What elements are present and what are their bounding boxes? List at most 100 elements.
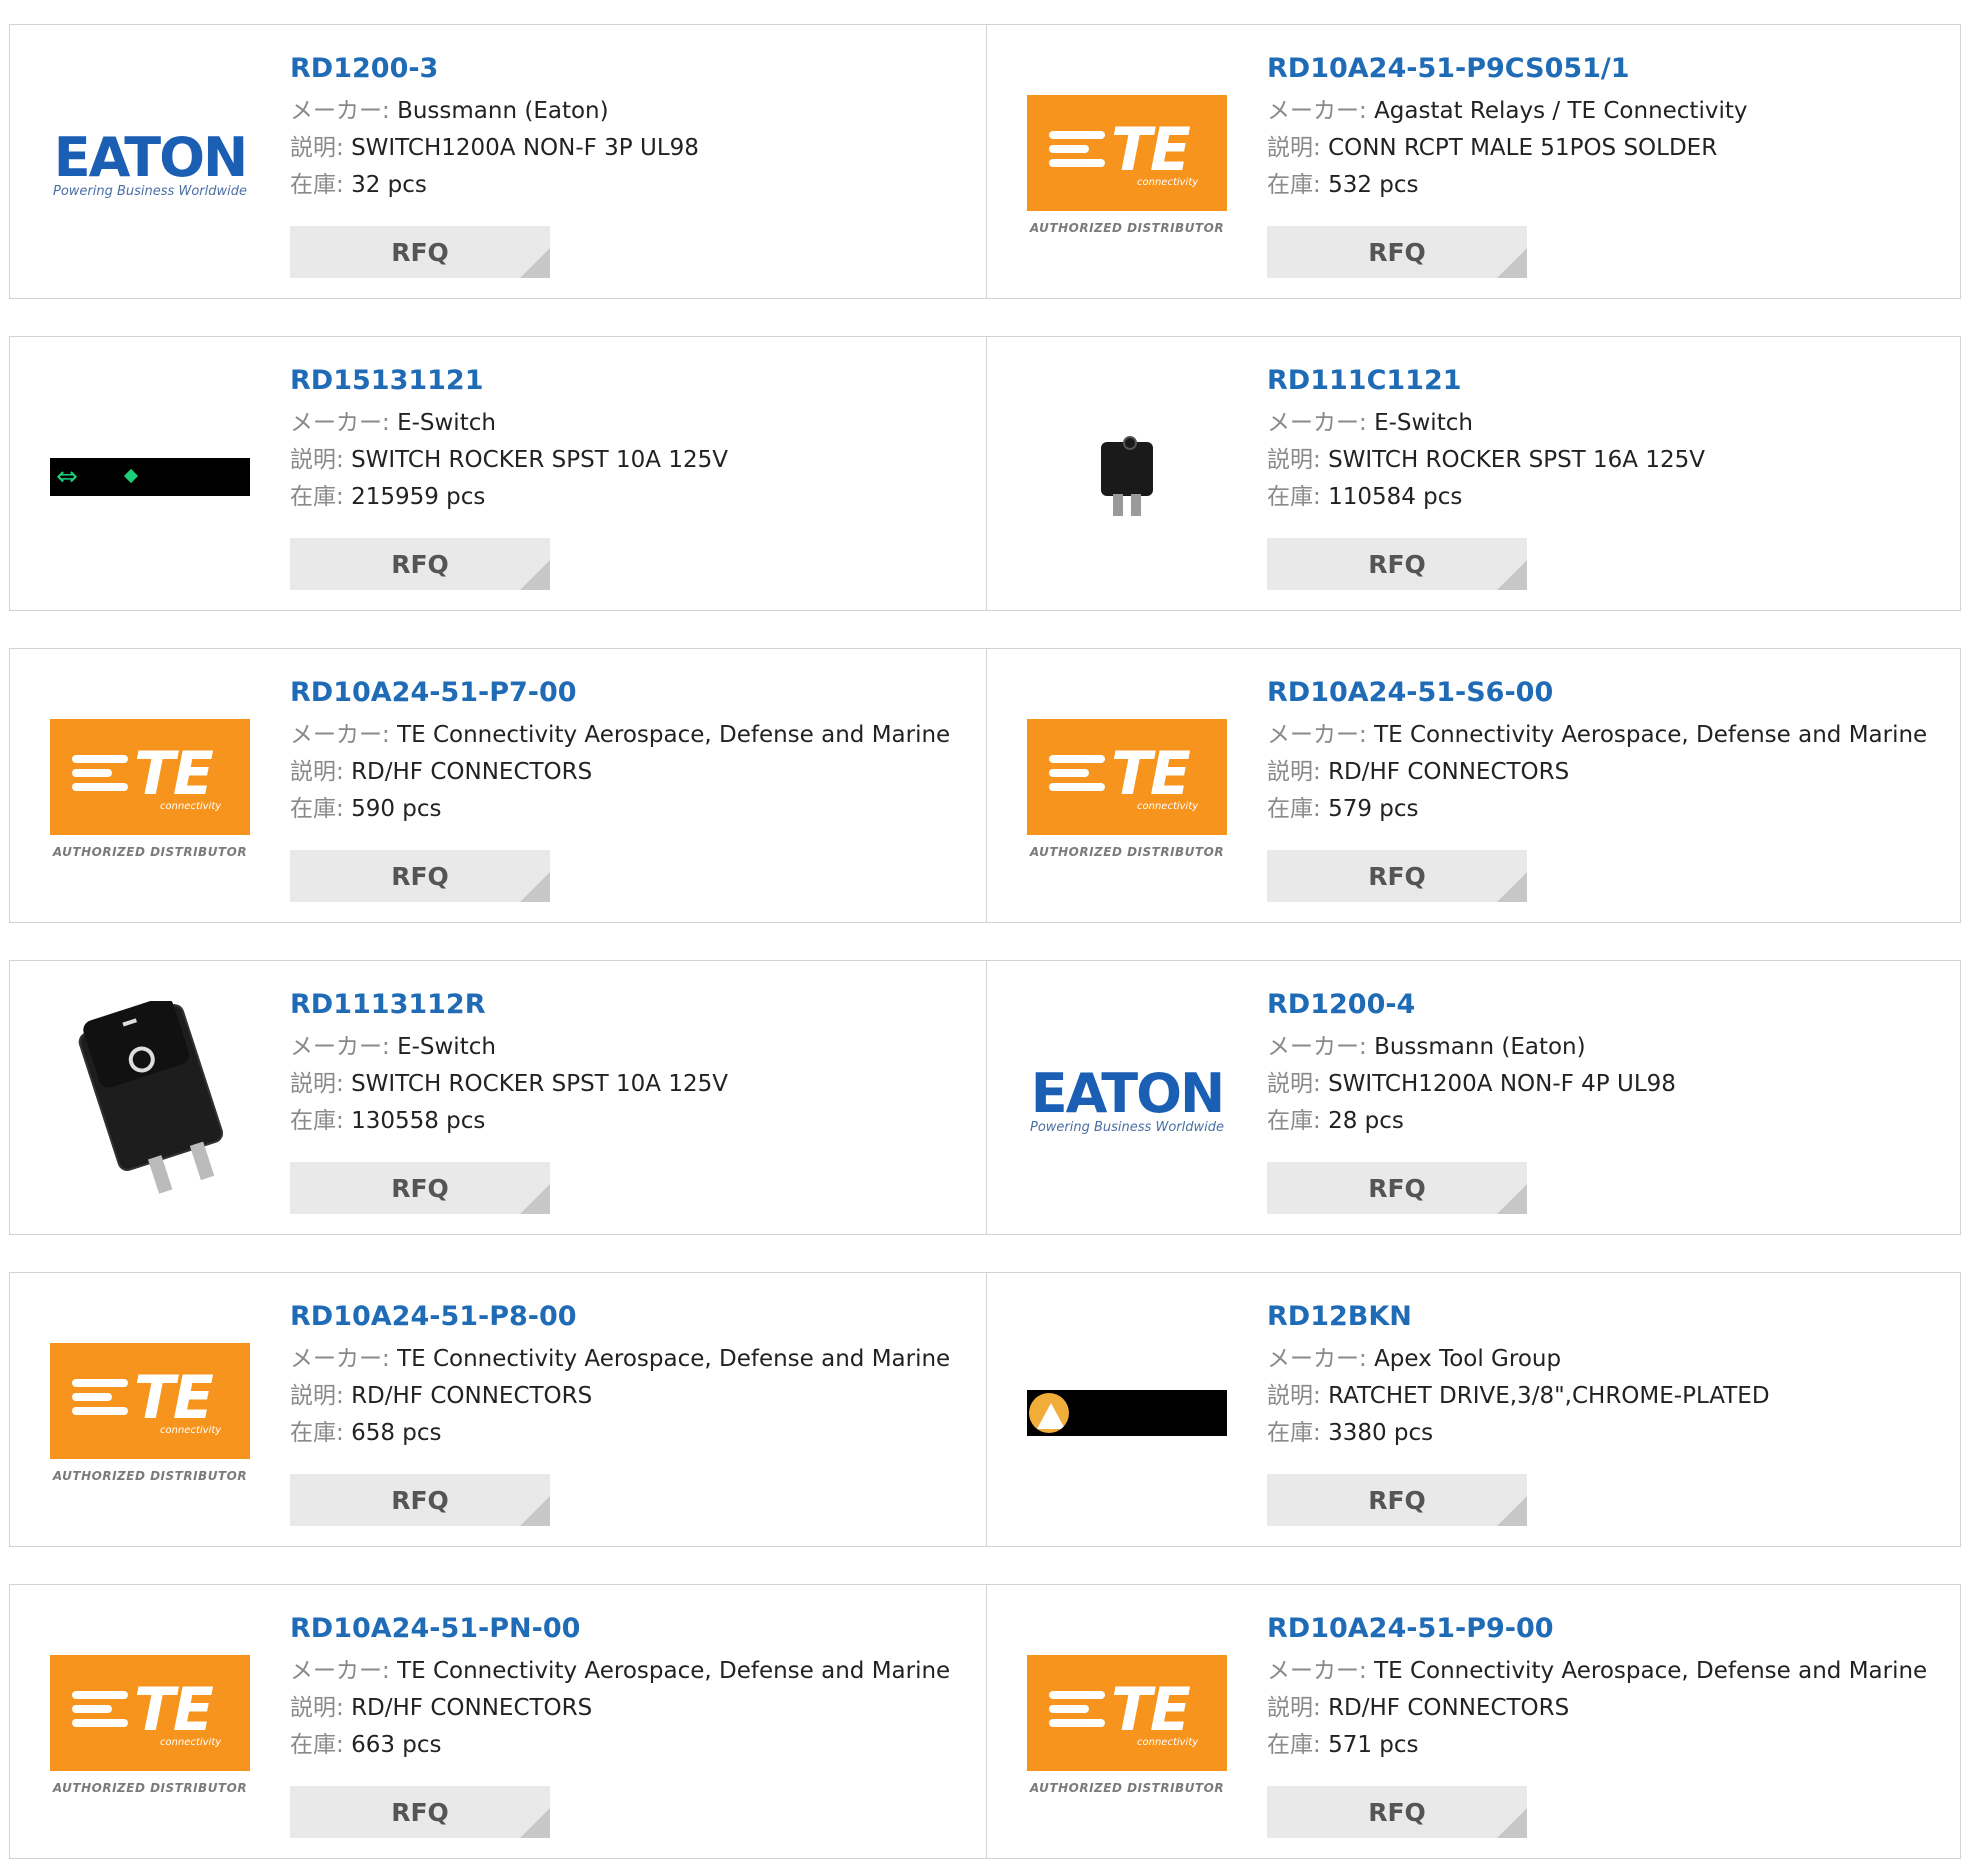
desc-value: RD/HF CONNECTORS xyxy=(351,1383,593,1409)
stock-row: 在庫: 658 pcs xyxy=(290,1415,976,1452)
desc-value: SWITCH ROCKER SPST 10A 125V xyxy=(351,1071,728,1097)
maker-value: TE Connectivity Aerospace, Defense and M… xyxy=(397,1658,951,1684)
rfq-button[interactable]: RFQ xyxy=(290,1786,550,1838)
desc-label: 説明: xyxy=(1267,1695,1321,1721)
maker-label: メーカー: xyxy=(290,410,390,436)
corner-triangle-icon xyxy=(520,1184,550,1214)
product-info: RD1200-4 メーカー: Bussmann (Eaton) 説明: SWIT… xyxy=(1267,987,1950,1140)
corner-triangle-icon xyxy=(520,248,550,278)
te-logo-box: TE connectivity xyxy=(50,719,250,835)
product-card: ⇔ RD15131121 メーカー: E-Switch 説明: SWITCH R… xyxy=(9,336,987,611)
rfq-button[interactable]: RFQ xyxy=(1267,1162,1527,1214)
rfq-button[interactable]: RFQ xyxy=(290,1162,550,1214)
rfq-label: RFQ xyxy=(1368,237,1426,267)
maker-label: メーカー: xyxy=(290,98,390,124)
rfq-label: RFQ xyxy=(391,237,449,267)
te-logo-word: TE xyxy=(134,1363,214,1433)
eaton-logo: EATON Powering Business Worldwide xyxy=(1027,1066,1227,1135)
part-number-link[interactable]: RD1113112R xyxy=(290,987,976,1029)
maker-row: メーカー: TE Connectivity Aerospace, Defense… xyxy=(290,717,976,754)
desc-label: 説明: xyxy=(290,1695,344,1721)
te-logo: TE connectivity AUTHORIZED DISTRIBUTOR xyxy=(1027,1655,1227,1795)
part-number-link[interactable]: RD10A24-51-P8-00 xyxy=(290,1299,976,1341)
te-logo-caption: AUTHORIZED DISTRIBUTOR xyxy=(1029,221,1225,235)
rfq-label: RFQ xyxy=(391,861,449,891)
maker-label: メーカー: xyxy=(1267,410,1367,436)
stock-row: 在庫: 32 pcs xyxy=(290,167,976,204)
stock-value: 663 pcs xyxy=(351,1732,442,1758)
product-info: RD10A24-51-P9-00 メーカー: TE Connectivity A… xyxy=(1267,1611,1950,1764)
desc-value: SWITCH ROCKER SPST 16A 125V xyxy=(1328,447,1705,473)
product-card: EATON Powering Business Worldwide RD1200… xyxy=(987,960,1961,1235)
rfq-button[interactable]: RFQ xyxy=(1267,226,1527,278)
desc-value: RD/HF CONNECTORS xyxy=(351,1695,593,1721)
part-number-link[interactable]: RD10A24-51-P9CS051/1 xyxy=(1267,51,1950,93)
desc-value: SWITCH1200A NON-F 4P UL98 xyxy=(1328,1071,1676,1097)
rfq-button[interactable]: RFQ xyxy=(1267,850,1527,902)
rfq-button[interactable]: RFQ xyxy=(1267,1786,1527,1838)
rfq-button[interactable]: RFQ xyxy=(1267,538,1527,590)
maker-value: E-Switch xyxy=(1374,410,1473,436)
te-logo-sub: connectivity xyxy=(1137,1737,1199,1748)
stock-value: 579 pcs xyxy=(1328,796,1419,822)
part-number-link[interactable]: RD1200-3 xyxy=(290,51,976,93)
desc-row: 説明: SWITCH1200A NON-F 4P UL98 xyxy=(1267,1066,1950,1103)
maker-value: Bussmann (Eaton) xyxy=(1374,1034,1586,1060)
manufacturer-logo: TE connectivity AUTHORIZED DISTRIBUTOR xyxy=(1027,689,1227,889)
part-number-link[interactable]: RD10A24-51-P7-00 xyxy=(290,675,976,717)
rfq-button[interactable]: RFQ xyxy=(290,538,550,590)
corner-triangle-icon xyxy=(1497,1496,1527,1526)
stock-label: 在庫: xyxy=(1267,796,1321,822)
maker-label: メーカー: xyxy=(290,1346,390,1372)
stock-row: 在庫: 571 pcs xyxy=(1267,1727,1950,1764)
rocker-switch-small-image xyxy=(1097,432,1157,522)
rfq-button[interactable]: RFQ xyxy=(290,226,550,278)
te-lines-icon xyxy=(1049,755,1105,797)
desc-value: RD/HF CONNECTORS xyxy=(1328,759,1570,785)
manufacturer-logo: ⇔ xyxy=(50,377,250,577)
desc-row: 説明: RD/HF CONNECTORS xyxy=(290,1378,976,1415)
te-logo: TE connectivity AUTHORIZED DISTRIBUTOR xyxy=(1027,719,1227,859)
rfq-button[interactable]: RFQ xyxy=(290,850,550,902)
te-logo: TE connectivity AUTHORIZED DISTRIBUTOR xyxy=(1027,95,1227,235)
part-number-link[interactable]: RD10A24-51-PN-00 xyxy=(290,1611,976,1653)
manufacturer-logo: TE connectivity AUTHORIZED DISTRIBUTOR xyxy=(50,1313,250,1513)
part-number-link[interactable]: RD10A24-51-P9-00 xyxy=(1267,1611,1950,1653)
te-logo-caption: AUTHORIZED DISTRIBUTOR xyxy=(52,845,248,859)
te-logo-caption: AUTHORIZED DISTRIBUTOR xyxy=(52,1781,248,1795)
desc-value: RATCHET DRIVE,3/8",CHROME-PLATED xyxy=(1328,1383,1770,1409)
desc-row: 説明: RD/HF CONNECTORS xyxy=(290,1690,976,1727)
product-info: RD10A24-51-S6-00 メーカー: TE Connectivity A… xyxy=(1267,675,1950,828)
rfq-label: RFQ xyxy=(1368,861,1426,891)
corner-triangle-icon xyxy=(520,872,550,902)
corner-triangle-icon xyxy=(520,1496,550,1526)
desc-value: SWITCH ROCKER SPST 10A 125V xyxy=(351,447,728,473)
maker-label: メーカー: xyxy=(290,1658,390,1684)
te-logo: TE connectivity AUTHORIZED DISTRIBUTOR xyxy=(50,719,250,859)
part-number-link[interactable]: RD10A24-51-S6-00 xyxy=(1267,675,1950,717)
corner-triangle-icon xyxy=(1497,1184,1527,1214)
te-logo-sub: connectivity xyxy=(1137,177,1199,188)
stock-value: 658 pcs xyxy=(351,1420,442,1446)
corner-triangle-icon xyxy=(520,1808,550,1838)
part-number-link[interactable]: RD1200-4 xyxy=(1267,987,1950,1029)
part-number-link[interactable]: RD111C1121 xyxy=(1267,363,1950,405)
desc-value: RD/HF CONNECTORS xyxy=(351,759,593,785)
rocker-switch-large-image xyxy=(50,1001,250,1201)
maker-row: メーカー: TE Connectivity Aerospace, Defense… xyxy=(290,1653,976,1690)
product-card: TE connectivity AUTHORIZED DISTRIBUTOR R… xyxy=(987,24,1961,299)
manufacturer-logo xyxy=(50,1001,250,1201)
stock-label: 在庫: xyxy=(1267,1732,1321,1758)
stock-value: 28 pcs xyxy=(1328,1108,1404,1134)
part-number-link[interactable]: RD15131121 xyxy=(290,363,976,405)
manufacturer-logo: TE connectivity AUTHORIZED DISTRIBUTOR xyxy=(50,689,250,889)
maker-row: メーカー: E-Switch xyxy=(1267,405,1950,442)
rfq-button[interactable]: RFQ xyxy=(1267,1474,1527,1526)
desc-row: 説明: SWITCH ROCKER SPST 10A 125V xyxy=(290,442,976,479)
manufacturer-logo: TE connectivity AUTHORIZED DISTRIBUTOR xyxy=(1027,65,1227,265)
rfq-button[interactable]: RFQ xyxy=(290,1474,550,1526)
maker-row: メーカー: E-Switch xyxy=(290,1029,976,1066)
maker-row: メーカー: Bussmann (Eaton) xyxy=(1267,1029,1950,1066)
part-number-link[interactable]: RD12BKN xyxy=(1267,1299,1950,1341)
te-logo-word: TE xyxy=(1111,1675,1191,1745)
